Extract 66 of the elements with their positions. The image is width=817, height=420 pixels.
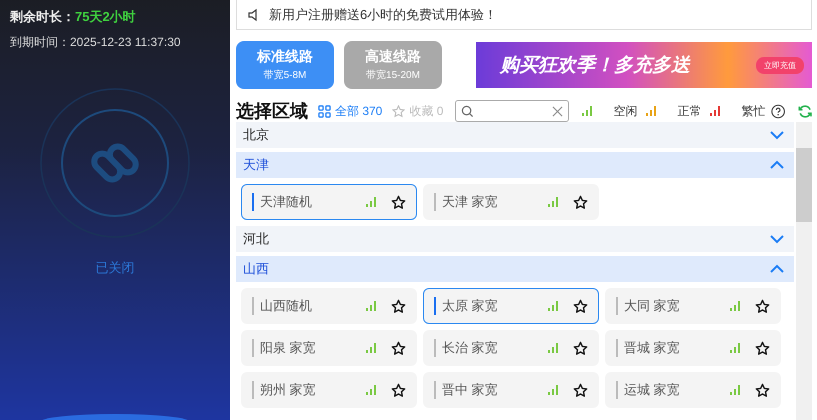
server-card[interactable]: 太原 家宽: [423, 288, 599, 324]
star-icon[interactable]: [391, 340, 406, 356]
scrollbar[interactable]: [796, 122, 812, 420]
chevron-up-icon: [770, 160, 784, 170]
server-name: 太原 家宽: [442, 297, 499, 315]
server-name: 晋城 家宽: [624, 339, 681, 357]
section-title: 选择区域: [236, 100, 308, 123]
region-header[interactable]: 天津: [236, 152, 794, 178]
star-icon[interactable]: [573, 298, 588, 314]
server-name: 山西随机: [260, 297, 313, 315]
server-name: 长治 家宽: [442, 339, 499, 357]
banner-headline: 购买狂欢季！多充多送: [500, 54, 690, 78]
search-field[interactable]: [455, 100, 570, 122]
clear-icon[interactable]: [552, 106, 564, 116]
server-name: 朔州 家宽: [260, 381, 317, 399]
server-name: 天津 家宽: [442, 193, 499, 211]
grid-icon: [318, 104, 331, 118]
chevron-down-icon: [770, 130, 784, 140]
server-card[interactable]: 天津随机: [241, 184, 417, 220]
promo-banner[interactable]: 购买狂欢季！多充多送 立即充值: [476, 42, 812, 88]
legend-label: 繁忙: [741, 102, 766, 120]
star-icon[interactable]: [573, 194, 588, 210]
refresh-icon[interactable]: [798, 104, 812, 118]
region-header[interactable]: 北京: [236, 122, 794, 148]
legend-label: 空闲: [613, 102, 638, 120]
server-card[interactable]: 山西随机: [241, 288, 417, 324]
help-icon[interactable]: [771, 104, 786, 118]
region-name: 河北: [243, 230, 269, 248]
server-card[interactable]: 阳泉 家宽: [241, 330, 417, 366]
star-icon[interactable]: [755, 340, 770, 356]
remaining-time: 75天2小时: [75, 9, 136, 24]
star-icon[interactable]: [391, 382, 406, 398]
server-card[interactable]: 长治 家宽: [423, 330, 599, 366]
banner-button[interactable]: 立即充值: [756, 56, 804, 74]
server-card[interactable]: 晋中 家宽: [423, 372, 599, 408]
server-card[interactable]: 运城 家宽: [605, 372, 781, 408]
star-icon[interactable]: [573, 340, 588, 356]
region-name: 北京: [243, 126, 269, 144]
server-card[interactable]: 朔州 家宽: [241, 372, 417, 408]
star-icon: [392, 104, 406, 118]
expiry-time: 到期时间：2025-12-23 11:37:30: [10, 34, 182, 51]
server-name: 阳泉 家宽: [260, 339, 317, 357]
server-name: 晋中 家宽: [442, 381, 499, 399]
star-icon[interactable]: [755, 298, 770, 314]
remaining-label: 剩余时长：: [10, 9, 75, 24]
filter-tab[interactable]: 全部 370: [318, 102, 382, 120]
region-header[interactable]: 河北: [236, 226, 794, 252]
notice-text: 新用户注册赠送6小时的免费试用体验！: [269, 6, 498, 24]
region-name: 山西: [243, 260, 269, 278]
search-icon: [461, 104, 474, 118]
star-icon[interactable]: [391, 298, 406, 314]
legend-label: 正常: [677, 102, 702, 120]
connection-status: 已关闭: [96, 259, 134, 277]
chevron-down-icon: [770, 234, 784, 244]
chevron-up-icon: [770, 264, 784, 274]
server-card[interactable]: 晋城 家宽: [605, 330, 781, 366]
server-name: 运城 家宽: [624, 381, 681, 399]
server-name: 大同 家宽: [624, 297, 681, 315]
region-name: 天津: [243, 156, 269, 174]
server-name: 天津随机: [260, 193, 313, 211]
star-icon[interactable]: [573, 382, 588, 398]
server-card[interactable]: 天津 家宽: [423, 184, 599, 220]
star-icon[interactable]: [755, 382, 770, 398]
star-icon[interactable]: [391, 194, 406, 210]
region-header[interactable]: 山西: [236, 256, 794, 282]
server-card[interactable]: 大同 家宽: [605, 288, 781, 324]
